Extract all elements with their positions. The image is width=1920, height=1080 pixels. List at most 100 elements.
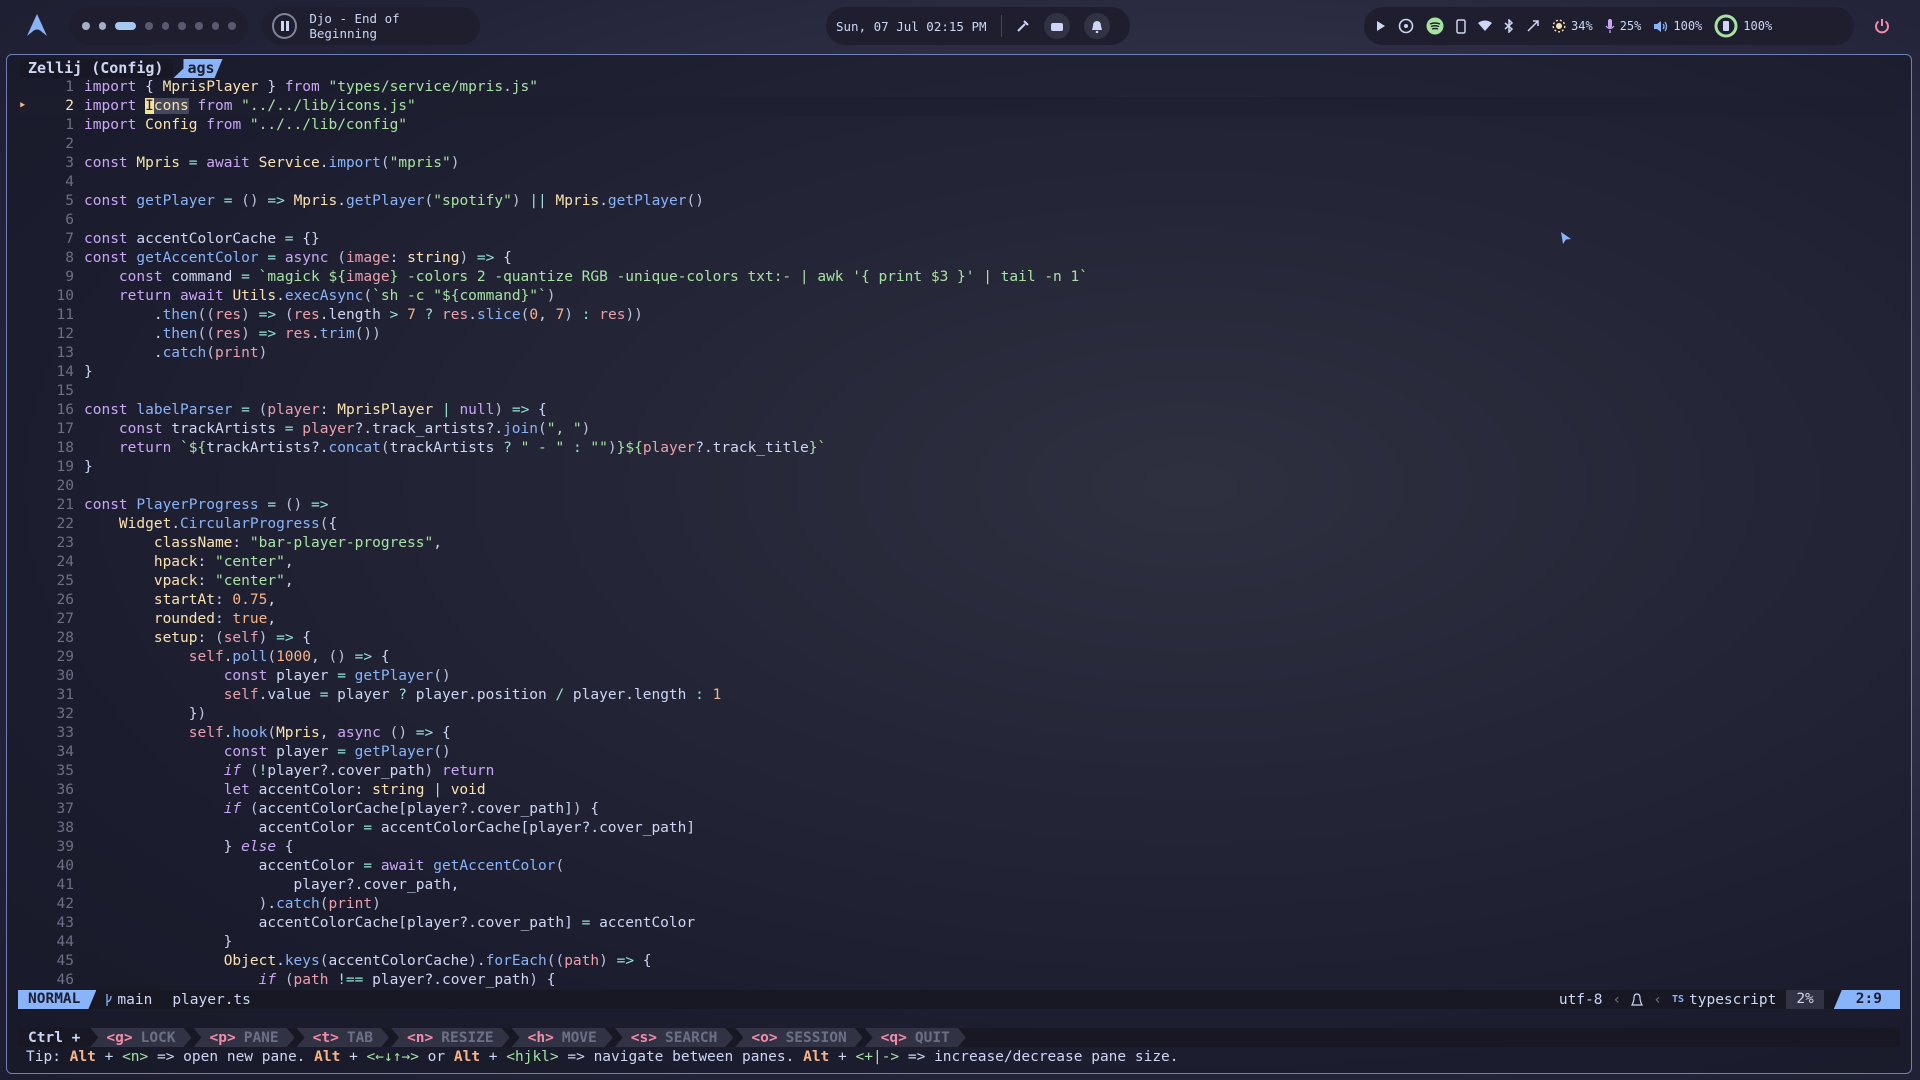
code-line[interactable]: 43 accentColorCache[player?.cover_path] … [18,914,1898,933]
sign-column [18,553,28,572]
zellij-mode-quit[interactable]: <q> QUIT [865,1028,966,1047]
color-picker-icon[interactable] [1016,19,1030,33]
zellij-mode-lock[interactable]: <g> LOCK [90,1028,191,1047]
line-number: 3 [65,155,74,171]
wifi-icon[interactable] [1478,20,1492,32]
code-line[interactable]: 1 import Config from "../../lib/config" [18,116,1898,135]
code-line[interactable]: 33 self.hook(Mpris, async () => { [18,724,1898,743]
line-number: 14 [56,364,74,380]
line-number: 36 [56,782,74,798]
code-line[interactable]: 18 return `${trackArtists?.concat(trackA… [18,439,1898,458]
spotify-icon[interactable] [1426,17,1444,35]
power-icon[interactable] [1866,10,1898,42]
code-line[interactable]: 39 } else { [18,838,1898,857]
code-line[interactable]: 8 const getAccentColor = async (image: st… [18,249,1898,268]
code-line[interactable]: 37 if (accentColorCache[player?.cover_pa… [18,800,1898,819]
mode-indicator: NORMAL [18,990,96,1009]
zellij-mode-move[interactable]: <h> MOVE [512,1028,613,1047]
code-line[interactable]: 34 const player = getPlayer() [18,743,1898,762]
line-text: const labelParser = (player: MprisPlayer… [84,402,547,418]
code-line[interactable]: 15 [18,382,1898,401]
code-line[interactable]: 30 const player = getPlayer() [18,667,1898,686]
sign-column [18,762,28,781]
code-line[interactable]: 45 Object.keys(accentColorCache).forEach… [18,952,1898,971]
zellij-mode-tab[interactable]: <t> TAB [297,1028,389,1047]
code-line[interactable]: 44 } [18,933,1898,952]
steam-icon[interactable] [1398,18,1414,34]
code-line[interactable]: 2 [18,135,1898,154]
code-line[interactable]: ‣ 2 import Icons from "../../lib/icons.js" [18,97,1898,116]
bluetooth-icon[interactable] [1504,19,1514,33]
code-line[interactable]: 42 ).catch(print) [18,895,1898,914]
code-line[interactable]: 5 const getPlayer = () => Mpris.getPlayer… [18,192,1898,211]
code-line[interactable]: 41 player?.cover_path, [18,876,1898,895]
workspace-6[interactable] [178,22,187,30]
line-number: 23 [56,535,74,551]
network-activity-icon[interactable] [1526,19,1540,33]
code-line[interactable]: 24 hpack: "center", [18,553,1898,572]
pane-tab[interactable]: ags [173,59,222,78]
line-number: 11 [56,307,74,323]
workspace-8[interactable] [211,22,220,30]
code-line[interactable]: 13 .catch(print) [18,344,1898,363]
code-line[interactable]: 22 Widget.CircularProgress({ [18,515,1898,534]
zellij-mode-resize[interactable]: <n> RESIZE [391,1028,510,1047]
notification-bell-icon[interactable] [1083,13,1110,39]
pause-icon[interactable] [272,13,298,39]
brightness-indicator[interactable]: 34% [1552,19,1593,33]
code-line[interactable]: 26 startAt: 0.75, [18,591,1898,610]
code-line[interactable]: 36 let accentColor: string | void [18,781,1898,800]
code-line[interactable]: 7 const accentColorCache = {} [18,230,1898,249]
workspace-5[interactable] [161,22,170,30]
code-line[interactable]: 1 import { MprisPlayer } from "types/serv… [18,78,1898,97]
play-icon[interactable] [1376,20,1386,32]
media-widget[interactable]: Djo - End of Beginning [262,7,480,45]
workspace-9[interactable] [228,22,236,30]
workspace-1[interactable] [82,22,90,30]
code-line[interactable]: 20 [18,477,1898,496]
line-number: 1 [65,117,74,133]
arch-logo-icon[interactable] [24,12,50,38]
zellij-mode-session[interactable]: <o> SESSION [735,1028,862,1047]
workspace-7[interactable] [195,22,203,30]
code-line[interactable]: 4 [18,173,1898,192]
workspace-3-active[interactable] [115,22,137,30]
code-line[interactable]: 23 className: "bar-player-progress", [18,534,1898,553]
code-line[interactable]: 29 self.poll(1000, () => { [18,648,1898,667]
code-line[interactable]: 31 self.value = player ? player.position… [18,686,1898,705]
code-line[interactable]: 27 rounded: true, [18,610,1898,629]
code-line[interactable]: 14} [18,363,1898,382]
sign-column [18,743,28,762]
code-line[interactable]: 28 setup: (self) => { [18,629,1898,648]
code-line[interactable]: 3 const Mpris = await Service.import("mpr… [18,154,1898,173]
code-line[interactable]: 17 const trackArtists = player?.track_ar… [18,420,1898,439]
volume-indicator[interactable]: 100% [1653,19,1702,33]
code-line[interactable]: 38 accentColor = accentColorCache[player… [18,819,1898,838]
mic-indicator[interactable]: 25% [1605,19,1641,33]
workspace-4[interactable] [145,22,153,30]
code-line[interactable]: 10 return await Utils.execAsync(`sh -c "… [18,287,1898,306]
code-line[interactable]: 32 }) [18,705,1898,724]
code-line[interactable]: 25 vpack: "center", [18,572,1898,591]
code-line[interactable]: 21 const PlayerProgress = () => [18,496,1898,515]
workspace-indicator [70,7,248,45]
workspace-2[interactable] [98,22,107,30]
code-line[interactable]: 12 .then((res) => res.trim()) [18,325,1898,344]
code-line[interactable]: 11 .then((res) => (res.length > 7 ? res.… [18,306,1898,325]
code-line[interactable]: 46 if (path !== player?.cover_path) { [18,971,1898,990]
code-line[interactable]: 6 [18,211,1898,230]
code-line[interactable]: 16 const labelParser = (player: MprisPlay… [18,401,1898,420]
code-line[interactable]: 40 accentColor = await getAccentColor( [18,857,1898,876]
code-editor[interactable]: 1 import { MprisPlayer } from "types/serv… [18,78,1898,990]
code-line[interactable]: 19} [18,458,1898,477]
phone-icon[interactable] [1456,18,1466,34]
battery-indicator[interactable]: 100% [1714,14,1772,38]
code-line[interactable]: 35 if (!player?.cover_path) return [18,762,1898,781]
sign-column [18,724,28,743]
code-line[interactable]: 9 const command = `magick ${image} -colo… [18,268,1898,287]
clock-text[interactable]: Sun, 07 Jul 02:15 PM [836,19,987,34]
zellij-mode-pane[interactable]: <p> PANE [194,1028,295,1047]
screenshot-icon[interactable] [1043,13,1070,39]
zellij-mode-search[interactable]: <s> SEARCH [615,1028,734,1047]
sign-column [18,420,28,439]
